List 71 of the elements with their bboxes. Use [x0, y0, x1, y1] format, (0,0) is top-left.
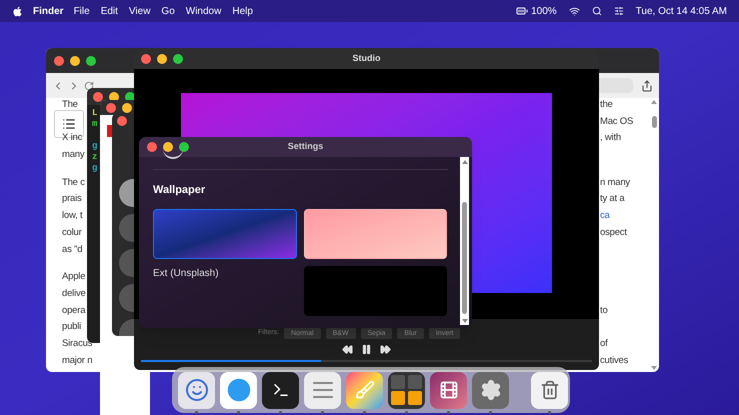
finder-app-icon[interactable] — [178, 372, 215, 408]
article-text: low, t — [62, 209, 82, 224]
wifi-icon[interactable] — [568, 6, 580, 16]
article-text: ospect — [600, 226, 627, 240]
menu-item[interactable]: Edit — [100, 4, 118, 18]
window-title: Settings — [288, 140, 324, 154]
wallpaper-tile[interactable] — [304, 208, 447, 258]
terminal-line: z — [92, 152, 98, 163]
battery-percent: 100% — [531, 4, 557, 18]
wallpaper-tile[interactable] — [304, 266, 447, 316]
article-text: the — [600, 98, 613, 112]
trash-icon[interactable] — [531, 372, 568, 408]
control-center-icon[interactable] — [614, 6, 624, 16]
article-text: colur — [62, 226, 82, 240]
fast-forward-icon[interactable] — [380, 344, 391, 355]
list-icon — [62, 117, 76, 131]
article-text: publi — [62, 320, 82, 334]
section-heading: Wallpaper — [153, 183, 206, 198]
film-app-icon[interactable] — [430, 372, 467, 408]
menu-clock: Tue, Oct 14 4:05 AM — [636, 4, 727, 18]
article-text: major n — [62, 354, 92, 368]
share-icon[interactable] — [641, 80, 653, 92]
article-text: X inc — [62, 131, 82, 146]
article-text: The c — [62, 176, 85, 190]
article-text: , with — [600, 131, 621, 146]
grid-app-icon[interactable] — [388, 372, 425, 408]
battery-icon[interactable] — [516, 5, 528, 17]
article-text: Mac OS — [600, 114, 634, 129]
article-text: cutives — [600, 354, 628, 368]
terminal-line: g — [92, 163, 98, 174]
rewind-icon[interactable] — [342, 344, 353, 355]
terminal-line: g — [92, 141, 98, 152]
calculator-key[interactable] — [119, 179, 134, 207]
notes-app-icon[interactable] — [304, 372, 341, 408]
reload-icon[interactable] — [84, 80, 94, 90]
wallpaper-tile[interactable] — [153, 208, 296, 258]
article-text: prais — [62, 192, 82, 206]
article-text: Apple — [62, 270, 86, 284]
article-text: delive — [62, 286, 86, 301]
terminal-line: m — [92, 119, 98, 130]
menu-item[interactable]: File — [74, 4, 90, 18]
scroll-thumb[interactable] — [462, 202, 467, 314]
article-text: n many — [600, 176, 630, 190]
scroll-thumb[interactable] — [652, 116, 656, 128]
article-link[interactable]: ca — [600, 209, 610, 224]
article-text: The — [62, 98, 78, 112]
article-text: opera — [62, 304, 86, 318]
terminal-line: L — [92, 108, 98, 119]
apple-icon[interactable] — [12, 6, 23, 16]
article-text: to — [600, 304, 608, 318]
scroll-up-icon[interactable] — [462, 160, 468, 164]
scroll-down-icon[interactable] — [462, 319, 468, 323]
article-text: many — [62, 148, 84, 162]
app-menu[interactable]: Finder — [33, 4, 64, 18]
paint-app-icon[interactable] — [346, 372, 383, 408]
scroll-down-icon[interactable] — [651, 366, 657, 370]
search-icon[interactable] — [592, 6, 602, 16]
settings-app-icon[interactable] — [472, 372, 509, 408]
menu-item[interactable]: Help — [232, 4, 253, 18]
scroll-up-icon[interactable] — [651, 100, 657, 104]
menu-item[interactable]: Window — [186, 4, 222, 18]
address-field[interactable] — [599, 78, 633, 93]
window-title: Studio — [352, 52, 380, 66]
menu-item[interactable]: View — [128, 4, 150, 18]
menu-item[interactable]: Go — [161, 4, 175, 18]
article-text: of — [600, 336, 608, 351]
wallpaper-caption: Ext (Unsplash) — [153, 266, 220, 280]
article-text: ty at a — [600, 192, 624, 206]
terminal-app-icon[interactable] — [262, 372, 299, 408]
article-text: as "d — [62, 242, 82, 256]
pause-icon[interactable] — [361, 344, 372, 355]
